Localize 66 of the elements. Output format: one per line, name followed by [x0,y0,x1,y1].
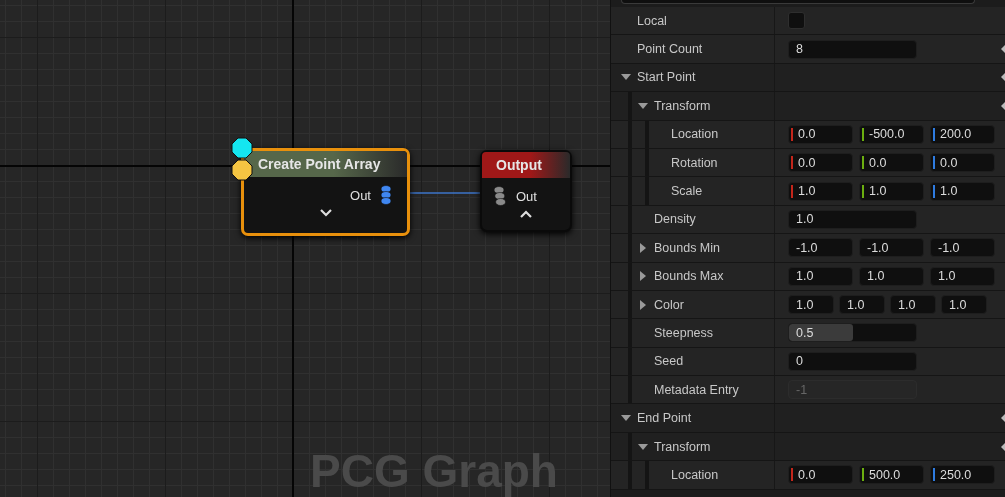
property-label: Location [671,127,719,142]
number-field[interactable]: 0.0 [859,153,924,173]
pin-icon[interactable] [494,186,508,206]
number-field[interactable]: 1.0 [788,266,853,286]
number-field[interactable]: 1.0 [930,181,995,201]
number-field[interactable]: 1.0 [859,181,924,201]
number-field[interactable]: 1.0 [890,295,936,315]
number-field[interactable]: 500.0 [859,465,924,485]
graph-node[interactable]: Create Point Array Out [241,148,410,236]
property-label: Bounds Min [654,240,720,255]
number-field[interactable]: 200.0 [930,124,995,144]
number-field[interactable]: 1.0 [788,295,834,315]
pin-label: Out [516,188,537,204]
number-field[interactable]: -1.0 [788,238,853,258]
checkbox[interactable] [788,12,805,30]
property-label: Seed [654,354,684,369]
node-title: Output [482,152,570,178]
number-field[interactable]: 1.0 [839,295,885,315]
property-label: Steepness [654,326,714,340]
property-label: End Point [637,411,692,426]
graph-node[interactable]: Output Out [480,150,572,232]
number-field[interactable]: 1.0 [859,266,924,286]
number-field[interactable]: -1.0 [859,238,924,258]
number-field[interactable]: -500.0 [859,124,924,144]
collapse-arrow-icon[interactable] [638,100,648,111]
property-label: Point Count [637,42,703,57]
property-label: Density [654,212,696,227]
number-field[interactable]: 0.0 [930,153,995,173]
slider-field[interactable]: 0.5 [788,323,917,343]
number-field[interactable]: -1.0 [930,238,995,258]
reset-icon[interactable] [1001,45,1005,54]
chevron-up-icon[interactable] [520,210,532,218]
number-field[interactable]: 0.0 [788,465,853,485]
input-pin-icon[interactable] [231,137,253,159]
number-field[interactable]: 8 [788,39,917,59]
reset-icon[interactable] [1001,442,1005,451]
property-label: Transform [654,439,711,454]
number-field[interactable]: 1.0 [788,209,917,229]
number-field[interactable]: 250.0 [930,465,995,485]
property-label: Color [654,297,684,312]
reset-icon[interactable] [1001,414,1005,423]
number-field[interactable]: 0.0 [788,124,853,144]
pin-icon[interactable] [379,185,393,205]
reset-icon[interactable] [1001,101,1005,110]
property-label: Rotation [671,155,718,170]
property-label: Location [671,467,719,482]
property-label: Transform [654,98,711,113]
property-label: Bounds Max [654,269,724,284]
number-field[interactable]: 1.0 [930,266,995,286]
expand-arrow-icon[interactable] [638,242,648,253]
chevron-down-icon[interactable] [319,209,332,217]
expand-arrow-icon[interactable] [638,271,648,282]
property-label: Metadata Entry [654,382,739,397]
property-label: Scale [671,184,703,199]
property-label: Start Point [637,70,696,85]
input-pin-icon[interactable] [231,159,253,181]
reset-icon[interactable] [1001,73,1005,82]
expand-arrow-icon[interactable] [638,299,648,310]
node-title: Create Point Array [244,151,407,177]
property-label: Local [637,13,667,28]
number-field[interactable]: 1.0 [788,181,853,201]
number-field[interactable]: 1.0 [941,295,987,315]
number-field[interactable]: 0.0 [788,153,853,173]
pin-label: Out [350,187,371,203]
number-field[interactable]: 0 [788,351,917,371]
collapse-arrow-icon[interactable] [638,441,648,452]
